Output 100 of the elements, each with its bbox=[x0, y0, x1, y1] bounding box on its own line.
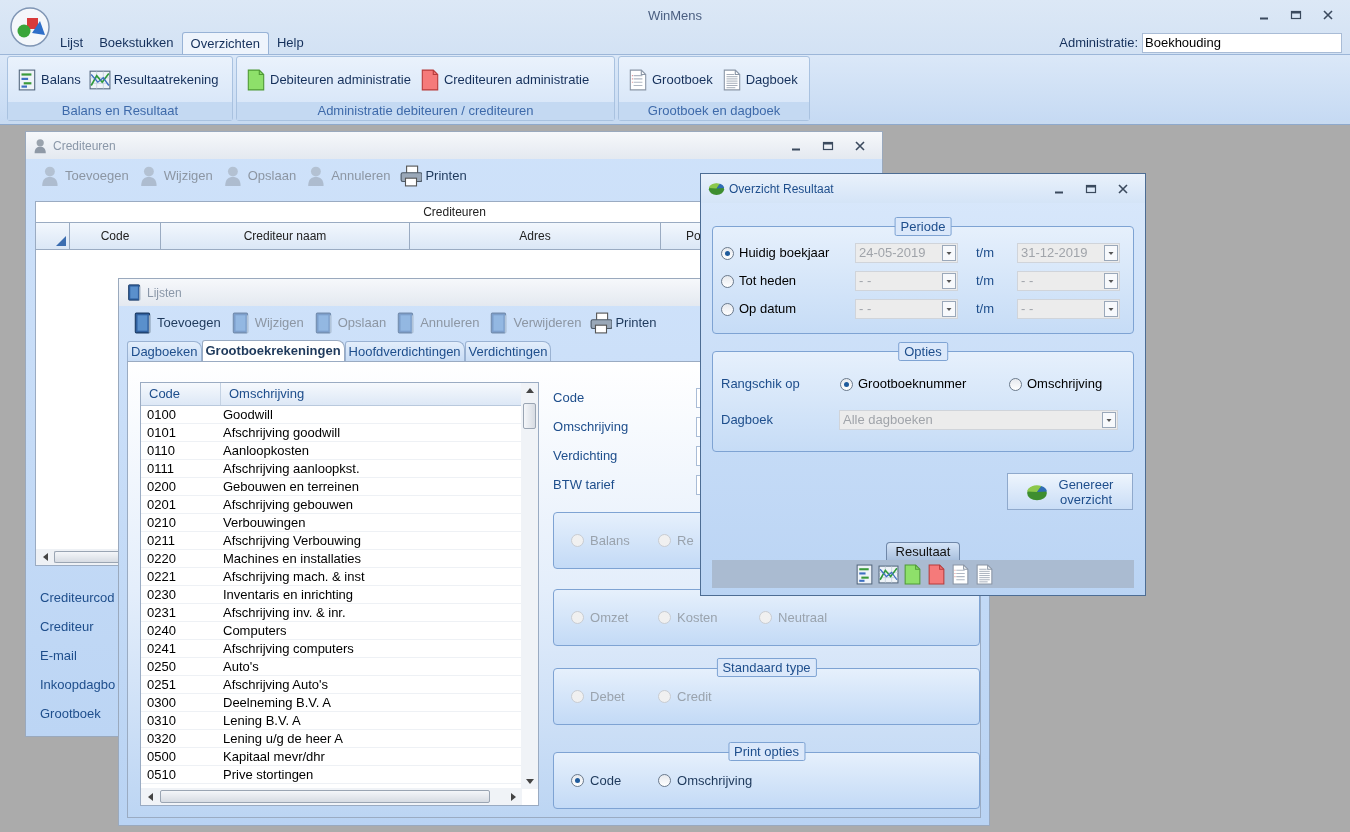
maximize-icon[interactable] bbox=[822, 139, 834, 152]
document-icon bbox=[627, 67, 649, 92]
ribbon-button[interactable]: Balans bbox=[16, 67, 81, 92]
toolbar-button[interactable]: Toevoegen bbox=[132, 312, 221, 334]
field-label: Crediteur bbox=[40, 618, 94, 636]
radio-label: Neutraal bbox=[778, 608, 828, 627]
field-label: BTW tarief bbox=[553, 475, 616, 494]
book-icon bbox=[126, 284, 143, 301]
field-label: Code bbox=[553, 388, 586, 407]
radio-button[interactable] bbox=[1009, 377, 1022, 391]
tab[interactable]: Grootboekrekeningen bbox=[201, 340, 345, 361]
group-label: Administratie debiteuren / crediteuren bbox=[317, 102, 534, 121]
table-cell-text: 0221 bbox=[146, 567, 177, 586]
table-cell-text: 0211 bbox=[146, 531, 176, 550]
logo-icon[interactable] bbox=[10, 7, 50, 47]
field-label: t/m bbox=[976, 244, 996, 263]
field-label: Grootboek bbox=[40, 705, 101, 723]
group-legend: Standaard type bbox=[716, 658, 817, 677]
field-label: t/m bbox=[976, 272, 996, 291]
ribbon-button[interactable]: Debiteuren administratie bbox=[245, 67, 411, 92]
generate-button[interactable]: Genereer overzicht bbox=[1007, 473, 1133, 510]
ribbon-button[interactable]: Resultaatrekening bbox=[88, 67, 219, 92]
scroll-thumb[interactable] bbox=[523, 403, 537, 429]
table-cell-text: 0240 bbox=[146, 621, 177, 640]
group-legend: Print opties bbox=[728, 742, 806, 761]
field-label: Dagboek bbox=[721, 411, 775, 430]
table-cell-text: 0111 bbox=[146, 459, 175, 478]
table-cell-text: Afschrijving Auto's bbox=[223, 675, 329, 694]
close-icon[interactable] bbox=[1322, 9, 1334, 21]
table-cell-text: Machines en installaties bbox=[223, 549, 362, 568]
table-cell-text: Afschrijving Verbouwing bbox=[223, 531, 362, 550]
table-cell-text: Inventaris en inrichting bbox=[223, 585, 354, 604]
menu-tab[interactable]: Boekstukken bbox=[91, 32, 182, 54]
ribbon-button[interactable]: Grootboek bbox=[627, 67, 713, 92]
corner-triangle-icon bbox=[56, 236, 66, 246]
menu-tab[interactable]: Help bbox=[268, 32, 312, 54]
window-title: WinMens bbox=[647, 6, 703, 25]
radio-label: Huidig boekjaar bbox=[739, 244, 830, 263]
table-cell-text: Goodwill bbox=[223, 405, 273, 424]
column-header[interactable]: Adres bbox=[410, 223, 661, 249]
field-label: E-mail bbox=[40, 647, 77, 665]
table-cell-text: 0101 bbox=[146, 423, 177, 442]
table-cell-text: Kapitaal mevr/dhr bbox=[223, 747, 325, 766]
table-cell-text: 0250 bbox=[146, 657, 177, 676]
maximize-icon[interactable] bbox=[1085, 182, 1097, 195]
field-label: t/m bbox=[976, 300, 996, 319]
radio-label: Omschrijving bbox=[677, 771, 753, 790]
column-header[interactable]: Omschrijving bbox=[221, 383, 305, 405]
table-cell-text: 0210 bbox=[146, 513, 177, 532]
menu-tab[interactable]: Lijst bbox=[52, 32, 92, 54]
tab[interactable]: Resultaat bbox=[886, 542, 960, 560]
scroll-thumb[interactable] bbox=[54, 551, 118, 563]
input-field[interactable]: Boekhouding bbox=[1142, 33, 1342, 53]
arrow-left-icon[interactable] bbox=[42, 553, 50, 561]
table-cell-text: Afschrijving mach. & inst bbox=[223, 567, 365, 586]
arrow-right-icon[interactable] bbox=[509, 792, 517, 801]
scrollbar[interactable] bbox=[141, 788, 522, 805]
column-header[interactable]: Code bbox=[70, 223, 161, 249]
close-icon[interactable] bbox=[1117, 182, 1129, 195]
table-cell-text: Afschrijving computers bbox=[223, 639, 354, 658]
table-cell-text: 0230 bbox=[146, 585, 177, 604]
pie-chart-icon bbox=[708, 180, 725, 197]
table-cell-text: Auto's bbox=[223, 657, 259, 676]
ribbon-button[interactable]: Dagboek bbox=[720, 67, 798, 92]
toolbar-button[interactable]: Printen bbox=[590, 312, 657, 334]
scroll-thumb[interactable] bbox=[160, 790, 490, 803]
scrollbar[interactable] bbox=[36, 549, 118, 565]
column-header[interactable]: Code bbox=[141, 383, 221, 405]
table-cell-text: 0201 bbox=[146, 495, 177, 514]
table-cell-text: 0220 bbox=[146, 549, 177, 568]
radio-button[interactable] bbox=[571, 774, 585, 787]
tab[interactable]: Hoofdverdichtingen bbox=[344, 341, 465, 361]
maximize-icon[interactable] bbox=[1290, 9, 1302, 21]
window-title: Lijsten bbox=[147, 284, 182, 302]
radio-button[interactable] bbox=[840, 377, 853, 391]
scrollbar[interactable] bbox=[521, 383, 539, 789]
chart-icon bbox=[877, 562, 899, 586]
radio-label: Omzet bbox=[590, 608, 629, 627]
arrow-up-icon[interactable] bbox=[525, 387, 534, 395]
column-header[interactable]: Crediteur naam bbox=[161, 223, 410, 249]
table-cell-text: Gebouwen en terreinen bbox=[223, 477, 359, 496]
tab[interactable]: Verdichtingen bbox=[464, 341, 552, 361]
arrow-down-icon[interactable] bbox=[525, 777, 534, 785]
table-cell-text: Aanloopkosten bbox=[223, 441, 309, 460]
close-icon[interactable] bbox=[854, 139, 866, 152]
menu-tab[interactable]: Overzichten bbox=[181, 32, 269, 54]
tab[interactable]: Dagboeken bbox=[127, 341, 202, 361]
window-title: Overzicht Resultaat bbox=[729, 180, 834, 198]
arrow-left-icon[interactable] bbox=[147, 792, 155, 801]
field-label: Inkoopdagbo bbox=[40, 676, 116, 694]
table-cell-text: Afschrijving gebouwen bbox=[223, 495, 354, 514]
table-cell-text: 0320 bbox=[146, 729, 177, 748]
ribbon-button[interactable]: Crediteuren administratie bbox=[418, 67, 590, 92]
table-cell-text: 0500 bbox=[146, 747, 177, 766]
radio-label: Balans bbox=[590, 531, 630, 550]
table-cell-text: 0241 bbox=[146, 639, 177, 658]
radio-button[interactable] bbox=[658, 774, 672, 787]
table-cell-text: Afschrijving goodwill bbox=[223, 423, 341, 442]
table-cell-text: 0200 bbox=[146, 477, 177, 496]
toolbar-button[interactable]: Printen bbox=[400, 164, 467, 187]
